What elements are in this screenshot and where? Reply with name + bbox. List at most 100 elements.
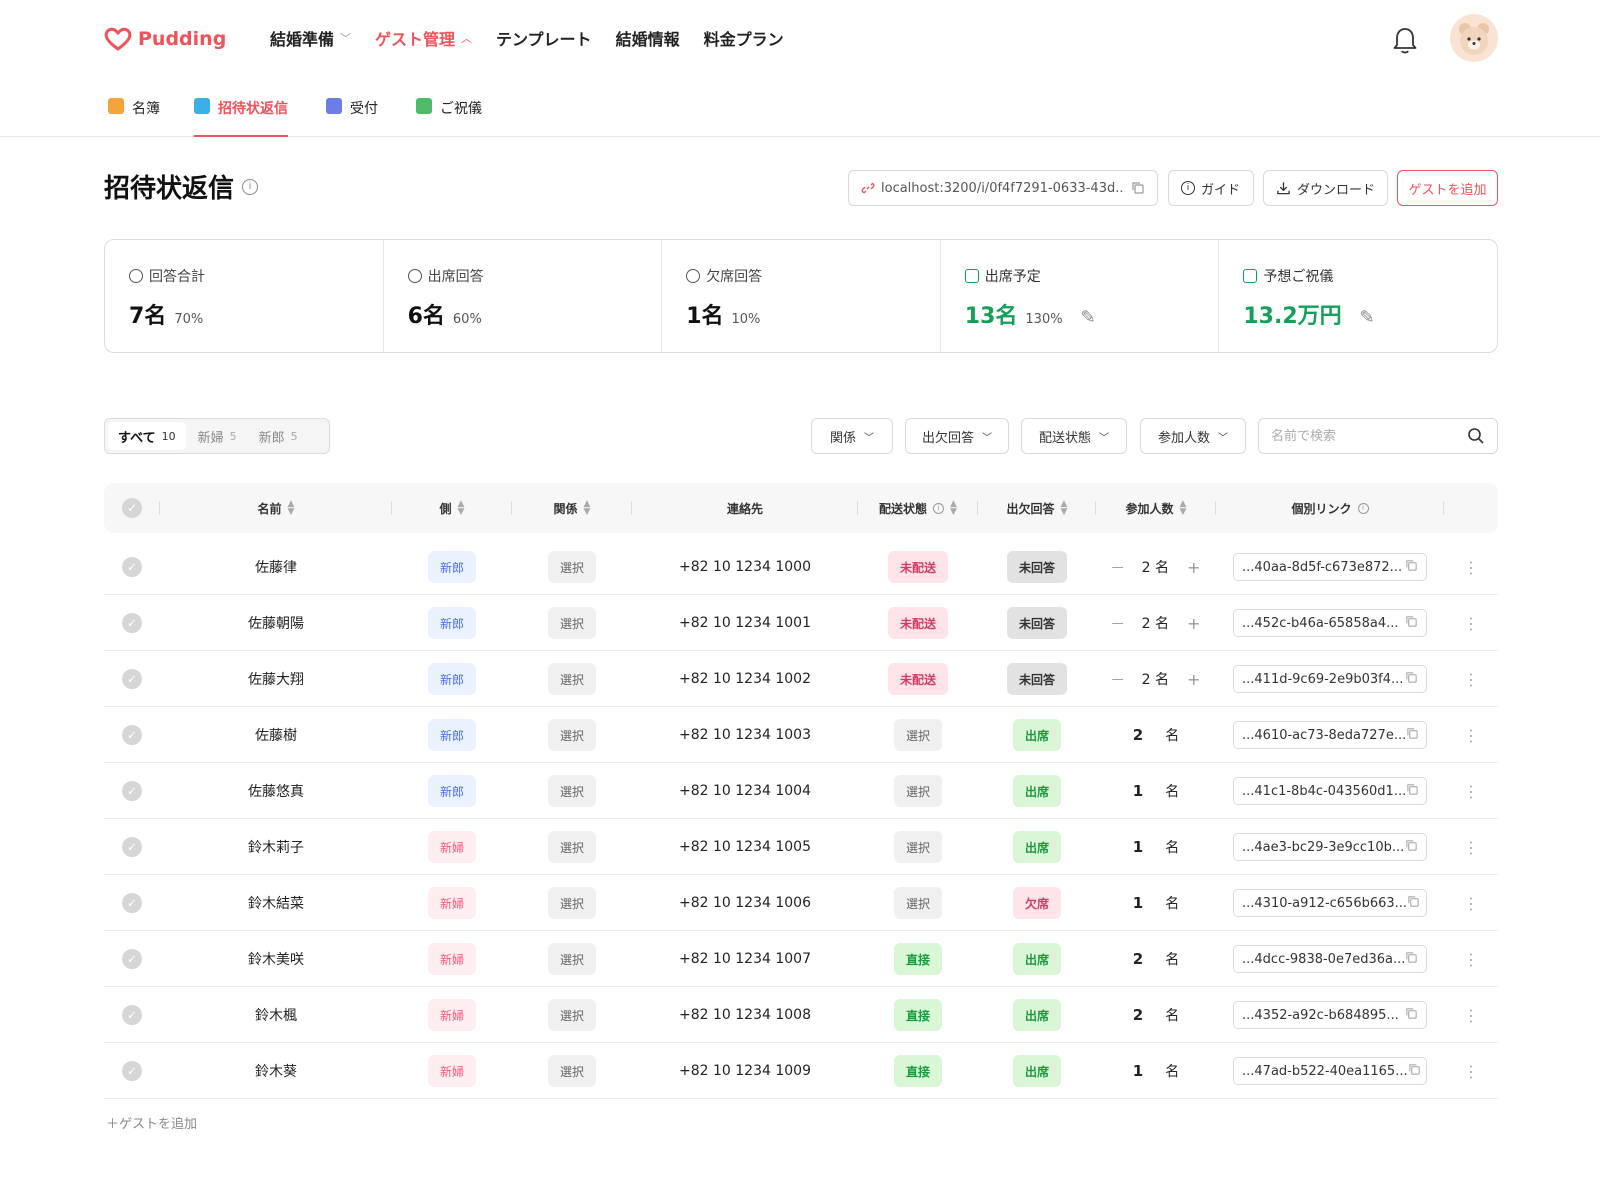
side-tag[interactable]: 新婦	[427, 1055, 476, 1087]
segment-1[interactable]: 新婦 5	[188, 422, 247, 450]
personal-link-field[interactable]: ...4352-a92c-b684895...	[1233, 1001, 1427, 1029]
pencil-icon[interactable]: ✎	[1360, 307, 1375, 328]
attendance-filter[interactable]: 出欠回答 ﹀	[905, 418, 1009, 454]
delivery-status[interactable]: 直接	[893, 999, 942, 1031]
relation-select[interactable]: 選択	[547, 1055, 596, 1087]
delivery-status[interactable]: 選択	[893, 831, 942, 863]
download-button[interactable]: ダウンロード	[1263, 170, 1388, 206]
tab-1[interactable]: 招待状返信	[194, 98, 288, 137]
more-options-icon[interactable]: ⋮	[1463, 838, 1479, 857]
copy-icon[interactable]	[1405, 559, 1418, 576]
personal-link-field[interactable]: ...4dcc-9838-0e7ed36a...	[1233, 945, 1427, 973]
copy-icon[interactable]	[1405, 839, 1418, 856]
copy-icon[interactable]	[1405, 615, 1418, 632]
personal-link-field[interactable]: ...41c1-8b4c-043560d1...	[1233, 777, 1427, 805]
attendance-status[interactable]: 出席	[1012, 943, 1061, 975]
copy-icon[interactable]	[1408, 1063, 1421, 1080]
side-tag[interactable]: 新郎	[427, 775, 476, 807]
relation-select[interactable]: 選択	[547, 607, 596, 639]
more-options-icon[interactable]: ⋮	[1463, 950, 1479, 969]
pencil-icon[interactable]: ✎	[1081, 307, 1096, 328]
delivery-status[interactable]: 未配送	[887, 551, 948, 583]
attendance-status[interactable]: 未回答	[1006, 663, 1067, 695]
more-options-icon[interactable]: ⋮	[1463, 782, 1479, 801]
attendance-status[interactable]: 出席	[1012, 1055, 1061, 1087]
side-tag[interactable]: 新婦	[427, 999, 476, 1031]
tab-0[interactable]: 名簿	[108, 98, 160, 137]
search-icon[interactable]	[1467, 427, 1485, 445]
nav-item-2[interactable]: テンプレート	[496, 26, 592, 50]
relation-select[interactable]: 選択	[547, 663, 596, 695]
add-guest-button[interactable]: ゲストを追加	[1397, 170, 1498, 206]
more-options-icon[interactable]: ⋮	[1463, 1006, 1479, 1025]
attendance-status[interactable]: 未回答	[1006, 551, 1067, 583]
col-side[interactable]: 側 ▲ ▼	[392, 483, 512, 533]
delivery-status[interactable]: 未配送	[887, 607, 948, 639]
row-checkbox[interactable]: ✓	[122, 1061, 142, 1081]
delivery-status[interactable]: 選択	[893, 887, 942, 919]
col-attendance[interactable]: 出欠回答 ▲ ▼	[978, 483, 1096, 533]
row-checkbox[interactable]: ✓	[122, 613, 142, 633]
copy-icon[interactable]	[1405, 671, 1418, 688]
row-checkbox[interactable]: ✓	[122, 949, 142, 969]
more-options-icon[interactable]: ⋮	[1463, 894, 1479, 913]
relation-select[interactable]: 選択	[547, 999, 596, 1031]
side-tag[interactable]: 新婦	[427, 887, 476, 919]
relation-select[interactable]: 選択	[547, 551, 596, 583]
more-options-icon[interactable]: ⋮	[1463, 726, 1479, 745]
segment-0[interactable]: すべて 10	[108, 422, 186, 450]
attendance-status[interactable]: 出席	[1012, 999, 1061, 1031]
side-tag[interactable]: 新郎	[427, 551, 476, 583]
side-tag[interactable]: 新婦	[427, 831, 476, 863]
delivery-status[interactable]: 直接	[893, 1055, 942, 1087]
side-tag[interactable]: 新婦	[427, 943, 476, 975]
side-tag[interactable]: 新郎	[427, 719, 476, 751]
info-icon[interactable]: i	[933, 502, 945, 514]
delivery-status[interactable]: 選択	[893, 719, 942, 751]
delivery-status[interactable]: 未配送	[887, 663, 948, 695]
plus-icon[interactable]: +	[1187, 614, 1200, 633]
plus-icon[interactable]: +	[1187, 558, 1200, 577]
relation-select[interactable]: 選択	[547, 775, 596, 807]
side-tag[interactable]: 新郎	[427, 663, 476, 695]
copy-icon[interactable]	[1405, 951, 1418, 968]
more-options-icon[interactable]: ⋮	[1463, 614, 1479, 633]
segment-2[interactable]: 新郎 5	[249, 422, 308, 450]
bell-icon[interactable]	[1390, 24, 1420, 56]
col-delivery[interactable]: 配送状態 i ▲ ▼	[858, 483, 978, 533]
row-checkbox[interactable]: ✓	[122, 1005, 142, 1025]
side-tag[interactable]: 新郎	[427, 607, 476, 639]
personal-link-field[interactable]: ...4310-a912-c656b663...	[1233, 889, 1427, 917]
copy-icon[interactable]	[1405, 1007, 1418, 1024]
relation-filter[interactable]: 関係 ﹀	[811, 418, 893, 454]
tab-2[interactable]: 受付	[326, 98, 378, 137]
personal-link-field[interactable]: ...40aa-8d5f-c673e872...	[1233, 553, 1427, 581]
attendance-status[interactable]: 出席	[1012, 831, 1061, 863]
avatar[interactable]	[1450, 14, 1498, 62]
copy-icon[interactable]	[1131, 181, 1145, 195]
col-headcount[interactable]: 参加人数 ▲ ▼	[1096, 483, 1216, 533]
more-options-icon[interactable]: ⋮	[1463, 1062, 1479, 1081]
personal-link-field[interactable]: ...4610-ac73-8eda727e...	[1233, 721, 1427, 749]
tab-3[interactable]: ご祝儀	[416, 98, 482, 137]
headcount-filter[interactable]: 参加人数 ﹀	[1140, 418, 1246, 454]
info-icon[interactable]: i	[242, 178, 259, 195]
personal-link-field[interactable]: ...4ae3-bc29-3e9cc10b...	[1233, 833, 1427, 861]
attendance-status[interactable]: 未回答	[1006, 607, 1067, 639]
copy-icon[interactable]	[1407, 895, 1420, 912]
col-relation[interactable]: 関係 ▲ ▼	[512, 483, 632, 533]
minus-icon[interactable]: —	[1112, 560, 1124, 574]
delivery-status[interactable]: 選択	[893, 775, 942, 807]
personal-link-field[interactable]: ...411d-9c69-2e9b03f4...	[1233, 665, 1427, 693]
add-guest-link[interactable]: ＋ゲストを追加	[106, 1113, 197, 1132]
attendance-status[interactable]: 出席	[1012, 775, 1061, 807]
relation-select[interactable]: 選択	[547, 831, 596, 863]
search-input[interactable]	[1271, 428, 1467, 444]
share-link-field[interactable]: localhost:3200/i/0f4f7291-0633-43d...	[848, 170, 1158, 206]
personal-link-field[interactable]: ...47ad-b522-40ea1165...	[1233, 1057, 1427, 1085]
relation-select[interactable]: 選択	[547, 943, 596, 975]
relation-select[interactable]: 選択	[547, 887, 596, 919]
row-checkbox[interactable]: ✓	[122, 837, 142, 857]
personal-link-field[interactable]: ...452c-b46a-65858a4...	[1233, 609, 1427, 637]
delivery-filter[interactable]: 配送状態 ﹀	[1021, 418, 1127, 454]
